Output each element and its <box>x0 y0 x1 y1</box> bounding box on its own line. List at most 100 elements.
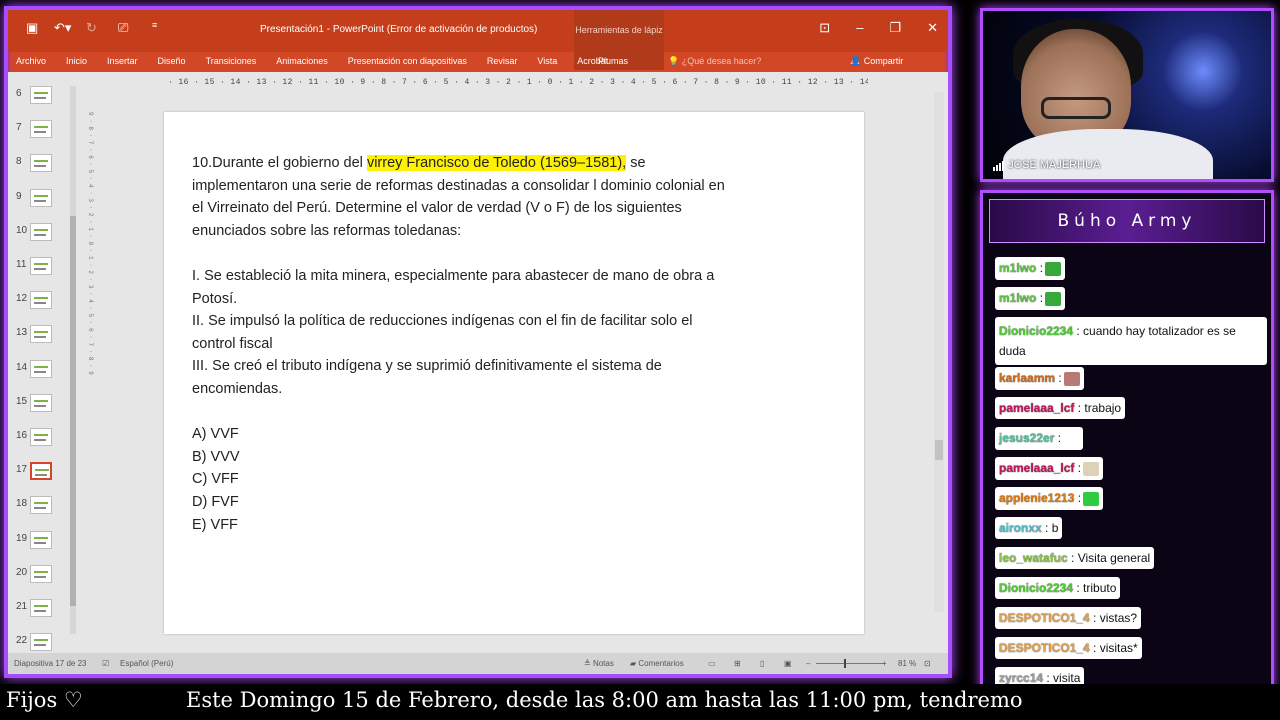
chat-username[interactable]: jesus22er <box>999 431 1054 445</box>
slide-preview[interactable] <box>30 530 52 549</box>
chat-username[interactable]: m1lwo <box>999 291 1036 305</box>
slide-thumbnail[interactable]: 12 <box>14 287 74 321</box>
slide-preview[interactable] <box>30 257 52 275</box>
ticker-text: Este Domingo 15 de Febrero, desde las 8:… <box>186 688 1023 712</box>
slide-preview[interactable] <box>30 393 52 412</box>
slide-thumbnail[interactable]: 7 <box>14 116 74 150</box>
chat-username[interactable]: pamelaaa_lcf <box>999 461 1074 475</box>
slide-preview[interactable] <box>30 462 52 481</box>
reading-view-icon[interactable]: ▯ <box>760 659 764 668</box>
slide-preview[interactable] <box>30 496 52 515</box>
ribbon-tab[interactable]: Revisar <box>487 56 518 66</box>
ribbon-tab[interactable]: Diseño <box>158 56 186 66</box>
slide-preview[interactable] <box>30 222 52 241</box>
answer-option: B) VVV <box>192 448 240 465</box>
chat-username[interactable]: pamelaaa_lcf <box>999 401 1074 415</box>
minimize-button[interactable]: – <box>856 20 863 36</box>
slide-preview[interactable] <box>30 428 52 446</box>
slide-number: 13 <box>16 327 28 339</box>
slide-scrollbar[interactable] <box>934 92 944 612</box>
maximize-button[interactable]: ❐ <box>889 20 901 36</box>
ribbon-tab[interactable]: Animaciones <box>276 56 328 66</box>
slide-preview[interactable] <box>30 120 52 139</box>
save-icon[interactable]: ▣ <box>26 20 38 36</box>
slide-preview[interactable] <box>30 325 52 344</box>
fit-slide-icon[interactable]: ⊡ <box>924 659 931 668</box>
slide-preview[interactable] <box>30 188 52 207</box>
slide-preview[interactable] <box>30 359 52 378</box>
ribbon-display-icon[interactable]: ⊡ <box>819 20 830 36</box>
slide-canvas[interactable]: 10.Durante el gobierno del virrey Franci… <box>164 112 864 634</box>
slide-thumbnail[interactable]: 20 <box>14 561 74 595</box>
close-button[interactable]: ✕ <box>927 20 938 36</box>
slide-preview[interactable] <box>30 564 52 583</box>
slide-preview[interactable] <box>30 599 52 617</box>
spellcheck-icon[interactable]: ☑ <box>102 659 109 668</box>
chat-username[interactable]: karlaamm <box>999 371 1055 385</box>
chat-panel: Búho Army m1lwo : m1lwo : Dionicio2234 : c… <box>980 190 1274 690</box>
chat-username[interactable]: applenie1213 <box>999 491 1074 505</box>
chat-username[interactable]: m1lwo <box>999 261 1036 275</box>
ribbon-tab[interactable]: Vista <box>537 56 557 66</box>
language-indicator[interactable]: Español (Perú) <box>120 659 173 668</box>
zoom-level[interactable]: 81 % <box>898 659 916 668</box>
slide-thumbnail[interactable]: 18 <box>14 492 74 526</box>
slide-thumbnail[interactable]: 9 <box>14 185 74 219</box>
ribbon-tab[interactable]: Transiciones <box>206 56 257 66</box>
slide-number: 15 <box>16 395 28 407</box>
slide-thumbnail[interactable]: 10 <box>14 219 74 253</box>
slide-thumbnail[interactable]: 19 <box>14 527 74 561</box>
slide-preview[interactable] <box>30 154 52 173</box>
chat-username[interactable]: Dionicio2234 <box>999 324 1073 338</box>
zoom-out-button[interactable]: – <box>806 659 810 668</box>
undo-icon[interactable]: ↶▾ <box>54 20 71 36</box>
slide-thumbnail[interactable]: 6 <box>14 82 74 116</box>
chat-username[interactable]: Dionicio2234 <box>999 581 1073 595</box>
comments-button[interactable]: ▰ Comentarios <box>630 659 684 668</box>
slide-thumbnail[interactable]: 14 <box>14 356 74 390</box>
thumbnail-scrollbar[interactable] <box>70 86 76 634</box>
chat-username[interactable]: zyrcc14 <box>999 671 1043 685</box>
slide-preview[interactable] <box>30 291 52 310</box>
ribbon-tab-plumas[interactable]: Plumas <box>598 56 628 66</box>
slide-thumbnail[interactable]: 16 <box>14 424 74 458</box>
slide-sorter-icon[interactable]: ⊞ <box>734 659 741 668</box>
vertical-ruler: 9 · 8 · 7 · 6 · 5 · 4 · 3 · 2 · 1 · 0 · … <box>87 112 94 375</box>
notes-button[interactable]: ≜ Notas <box>584 659 614 668</box>
chat-message: DESPOTICO1_4 : visitas* <box>995 637 1142 659</box>
chat-username[interactable]: leo_watafuc <box>999 551 1068 565</box>
slide-number: 17 <box>16 464 28 476</box>
present-icon[interactable]: ⎚ <box>118 20 128 36</box>
ribbon-tab[interactable]: Insertar <box>107 56 138 66</box>
ribbon-tab[interactable]: Presentación con diapositivas <box>348 56 467 66</box>
slide-preview[interactable] <box>30 86 52 104</box>
slide-thumbnail[interactable]: 8 <box>14 150 74 184</box>
slide-thumbnail[interactable]: 21 <box>14 595 74 629</box>
chat-message: m1lwo : <box>995 257 1066 280</box>
zoom-slider[interactable] <box>816 659 884 668</box>
glasses <box>1041 97 1111 119</box>
ribbon-tab[interactable]: Inicio <box>66 56 87 66</box>
answer-options: A) VVF B) VVV C) VFF D) FVF E) VFF <box>192 423 732 536</box>
chat-username[interactable]: DESPOTICO1_4 <box>999 611 1090 625</box>
slide-number: 12 <box>16 293 28 305</box>
slideshow-icon[interactable]: ▣ <box>784 659 792 668</box>
customize-qat-icon[interactable]: ≡ <box>152 20 157 30</box>
slide-textbox[interactable]: 10.Durante el gobierno del virrey Franci… <box>192 152 732 536</box>
tell-me-search[interactable]: 💡 ¿Qué desea hacer? <box>668 56 761 67</box>
redo-icon[interactable]: ↻ <box>86 20 97 36</box>
chat-username[interactable]: aironxx <box>999 521 1042 535</box>
share-button[interactable]: 👤 Compartir <box>850 56 903 67</box>
slide-thumbnail[interactable]: 15 <box>14 390 74 424</box>
ribbon-tab[interactable]: Archivo <box>16 56 46 66</box>
slide-thumbnail[interactable]: 13 <box>14 321 74 355</box>
zoom-in-button[interactable]: + <box>882 659 887 668</box>
slide-number: 9 <box>16 190 22 202</box>
chat-username[interactable]: DESPOTICO1_4 <box>999 641 1090 655</box>
chat-text: : cuando hay totalizador es se <box>1076 324 1236 338</box>
slide-thumbnail[interactable]: 11 <box>14 253 74 287</box>
slide-thumbnail[interactable]: 17 <box>14 458 74 492</box>
normal-view-icon[interactable]: ▭ <box>708 659 716 668</box>
slide-preview[interactable] <box>30 633 52 652</box>
document-title: Presentación1 - PowerPoint (Error de act… <box>260 24 538 35</box>
